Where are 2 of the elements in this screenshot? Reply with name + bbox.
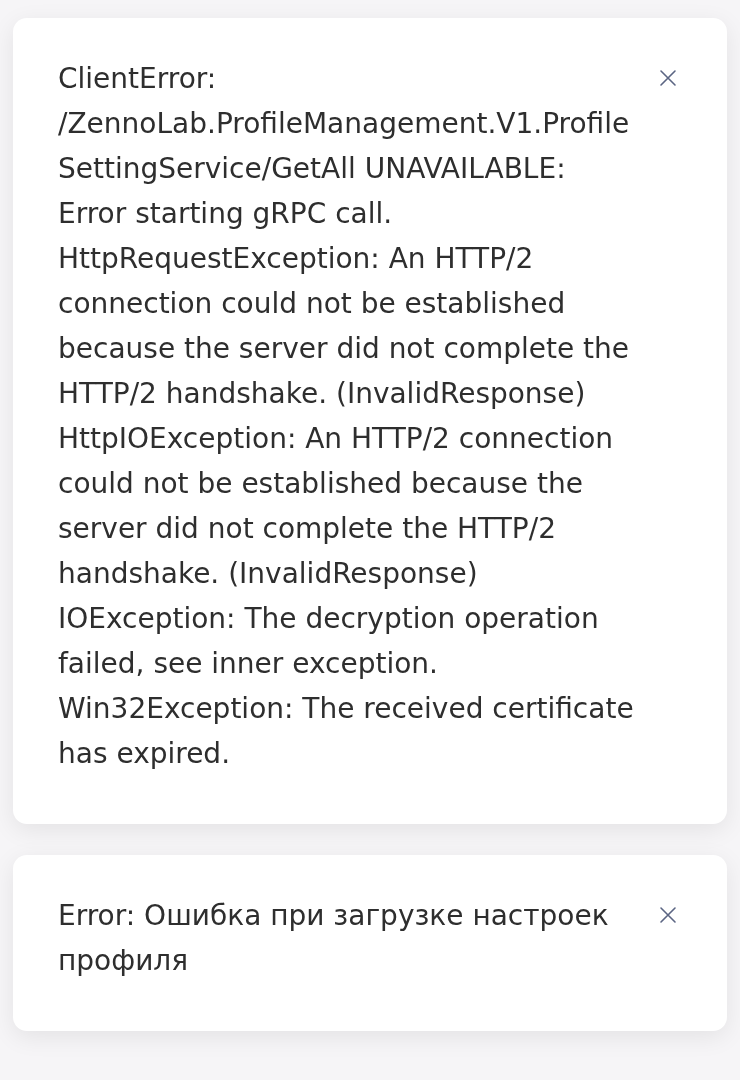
toast-message: ClientError: /ZennoLab.ProfileManagement.V1.ProfileSettingService/GetAll UNAVAILABLE: Error starting gRPC call. HttpRequestException: An HTTP/2 connection could not be established because the server did not complete the HTTP/2 handshake. (InvalidResponse) HttpIOException: An HTTP/2 connection could not be established because the server did not complete the HTTP/2 handshake. (InvalidResponse) IOException: The decryption operation failed, see inner exception. Win32Exception: The received certificate has expired. xyxy=(58,61,635,772)
toast-message: Error: Ошибка при загрузке настроек профиля xyxy=(58,898,610,979)
